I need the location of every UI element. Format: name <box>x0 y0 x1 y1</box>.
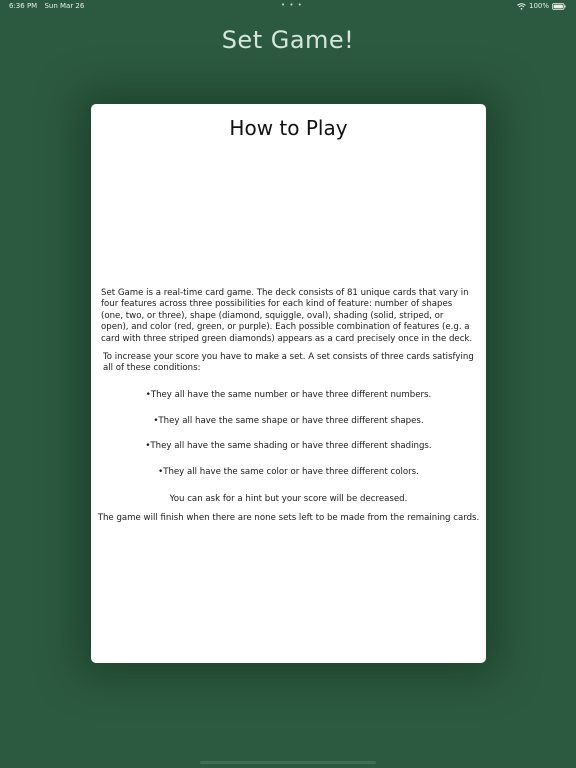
status-left: 6:36 PM Sun Mar 26 <box>9 2 89 10</box>
battery-percent: 100% <box>528 2 549 10</box>
status-bar: 6:36 PM Sun Mar 26 • • • 100% <box>0 0 576 14</box>
home-indicator[interactable] <box>200 761 376 764</box>
hint-note: You can ask for a hint but your score wi… <box>169 494 408 504</box>
rule-shading: •They all have the same shading or have … <box>145 441 432 451</box>
how-to-play-card: How to Play Set Game is a real-time card… <box>91 104 486 663</box>
how-to-play-title: How to Play <box>229 116 348 140</box>
battery-icon <box>552 2 566 10</box>
status-date: Sun Mar 26 <box>44 2 85 10</box>
set-conditions-lead: To increase your score you have to make … <box>103 352 474 374</box>
rule-color: •They all have the same color or have th… <box>158 466 419 477</box>
rule-shape: •They all have the same shape or have th… <box>153 415 424 426</box>
rules-list: •They all have the same number or have t… <box>91 390 486 492</box>
game-end-note: The game will finish when there are none… <box>97 513 480 523</box>
intro-paragraph: Set Game is a real-time card game. The d… <box>101 288 473 344</box>
status-right: 100% <box>517 2 566 10</box>
wifi-icon <box>517 2 526 10</box>
status-time: 6:36 PM <box>9 2 38 10</box>
multitasking-dots[interactable]: • • • <box>281 1 303 9</box>
app-title: Set Game! <box>221 26 355 54</box>
rule-number: •They all have the same number or have t… <box>145 390 432 400</box>
